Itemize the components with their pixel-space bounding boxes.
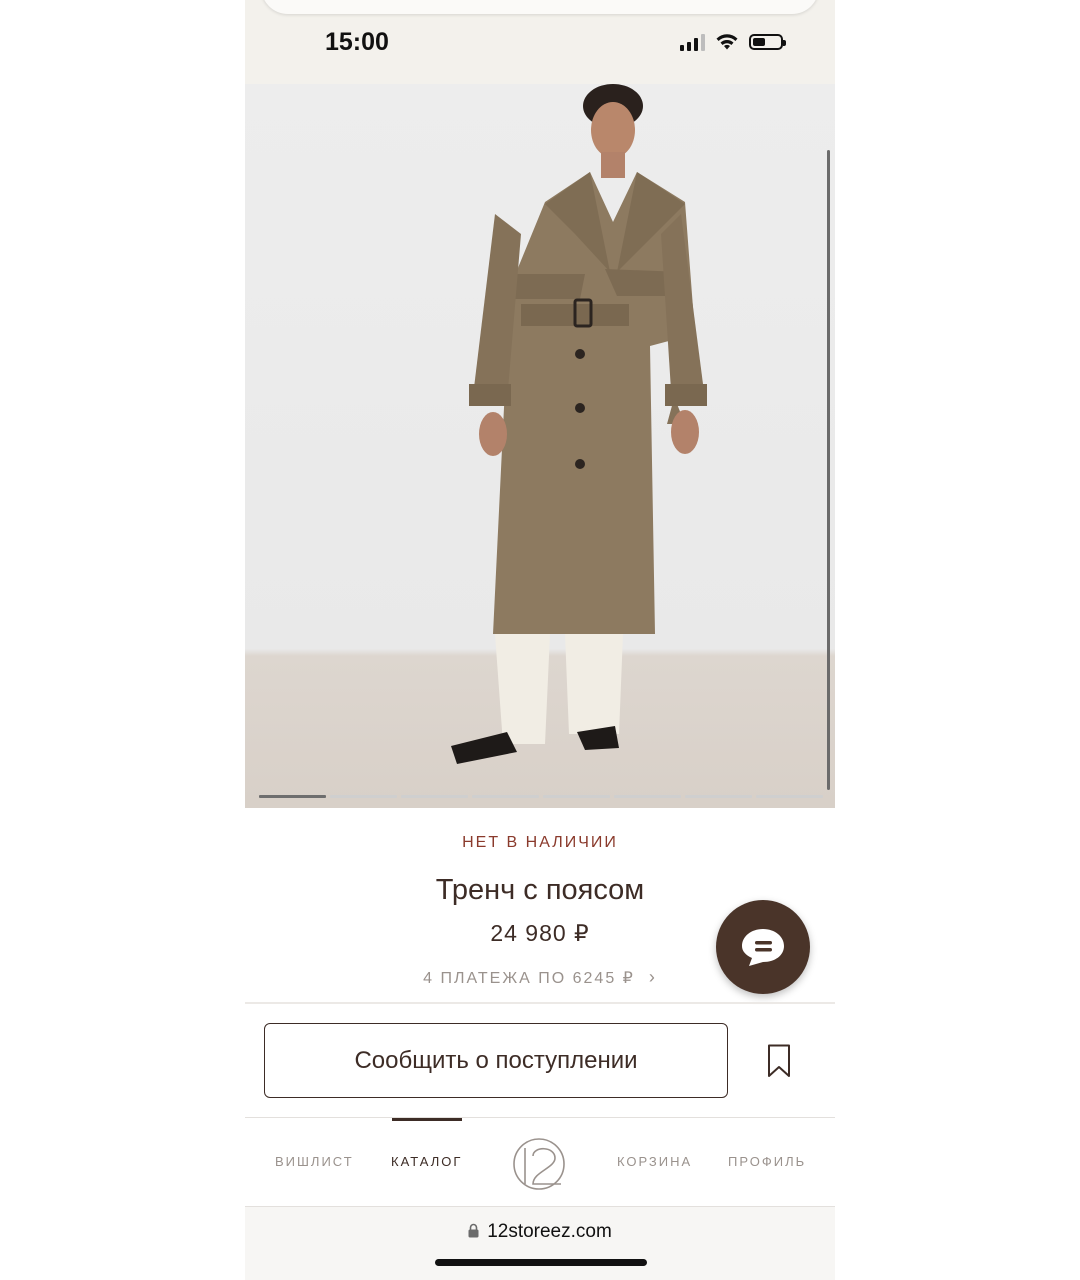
brand-logo-icon[interactable] <box>511 1136 567 1192</box>
tab-profile[interactable]: ПРОФИЛЬ <box>728 1154 806 1169</box>
phone-screen: 15:00 НЕТ В НАЛИЧИИ Тренч с поясом 24 98… <box>245 0 835 1280</box>
photo-page-indicator[interactable] <box>614 795 681 798</box>
photo-page-indicator[interactable] <box>401 795 468 798</box>
chevron-right-icon: › <box>648 967 657 987</box>
tab-catalog[interactable]: КАТАЛОГ <box>391 1154 462 1169</box>
photo-page-indicator[interactable] <box>259 795 326 798</box>
chat-button[interactable] <box>716 900 810 994</box>
chat-bubble-icon <box>742 929 784 966</box>
tab-cart[interactable]: КОРЗИНА <box>617 1154 692 1169</box>
installments-text: 4 ПЛАТЕЖА ПО 6245 ₽ <box>423 970 635 987</box>
product-photo[interactable] <box>245 84 835 808</box>
photo-page-indicator[interactable] <box>756 795 823 798</box>
status-bar: 15:00 <box>245 0 835 84</box>
battery-icon <box>749 34 786 50</box>
tab-wishlist[interactable]: ВИШЛИСТ <box>275 1154 354 1169</box>
status-icons <box>680 30 786 54</box>
availability-status: НЕТ В НАЛИЧИИ <box>462 834 618 851</box>
photo-scrollbar <box>827 150 830 790</box>
divider <box>245 1002 835 1004</box>
lock-icon <box>468 1223 479 1238</box>
photo-page-indicator[interactable] <box>330 795 397 798</box>
wifi-icon <box>716 34 738 50</box>
url-text: 12storeez.com <box>487 1221 612 1242</box>
address-display[interactable]: 12storeez.com <box>245 1221 835 1243</box>
photo-page-indicator[interactable] <box>685 795 752 798</box>
top-sheet-edge <box>261 0 819 14</box>
model-in-trench-coat-image <box>451 84 707 764</box>
cellular-signal-icon <box>680 33 705 51</box>
photo-page-indicator[interactable] <box>472 795 539 798</box>
bottom-tab-bar: ВИШЛИСТ КАТАЛОГ КОРЗИНА ПРОФИЛЬ <box>245 1118 835 1206</box>
photo-page-indicator[interactable] <box>543 795 610 798</box>
active-tab-indicator <box>392 1118 462 1121</box>
bookmark-icon[interactable] <box>767 1044 791 1078</box>
home-indicator[interactable] <box>435 1259 647 1266</box>
notify-when-available-button[interactable]: Сообщить о поступлении <box>264 1023 728 1098</box>
status-time: 15:00 <box>325 28 389 56</box>
photo-pagination[interactable] <box>259 795 823 798</box>
browser-address-bar[interactable]: 12storeez.com <box>245 1207 835 1280</box>
